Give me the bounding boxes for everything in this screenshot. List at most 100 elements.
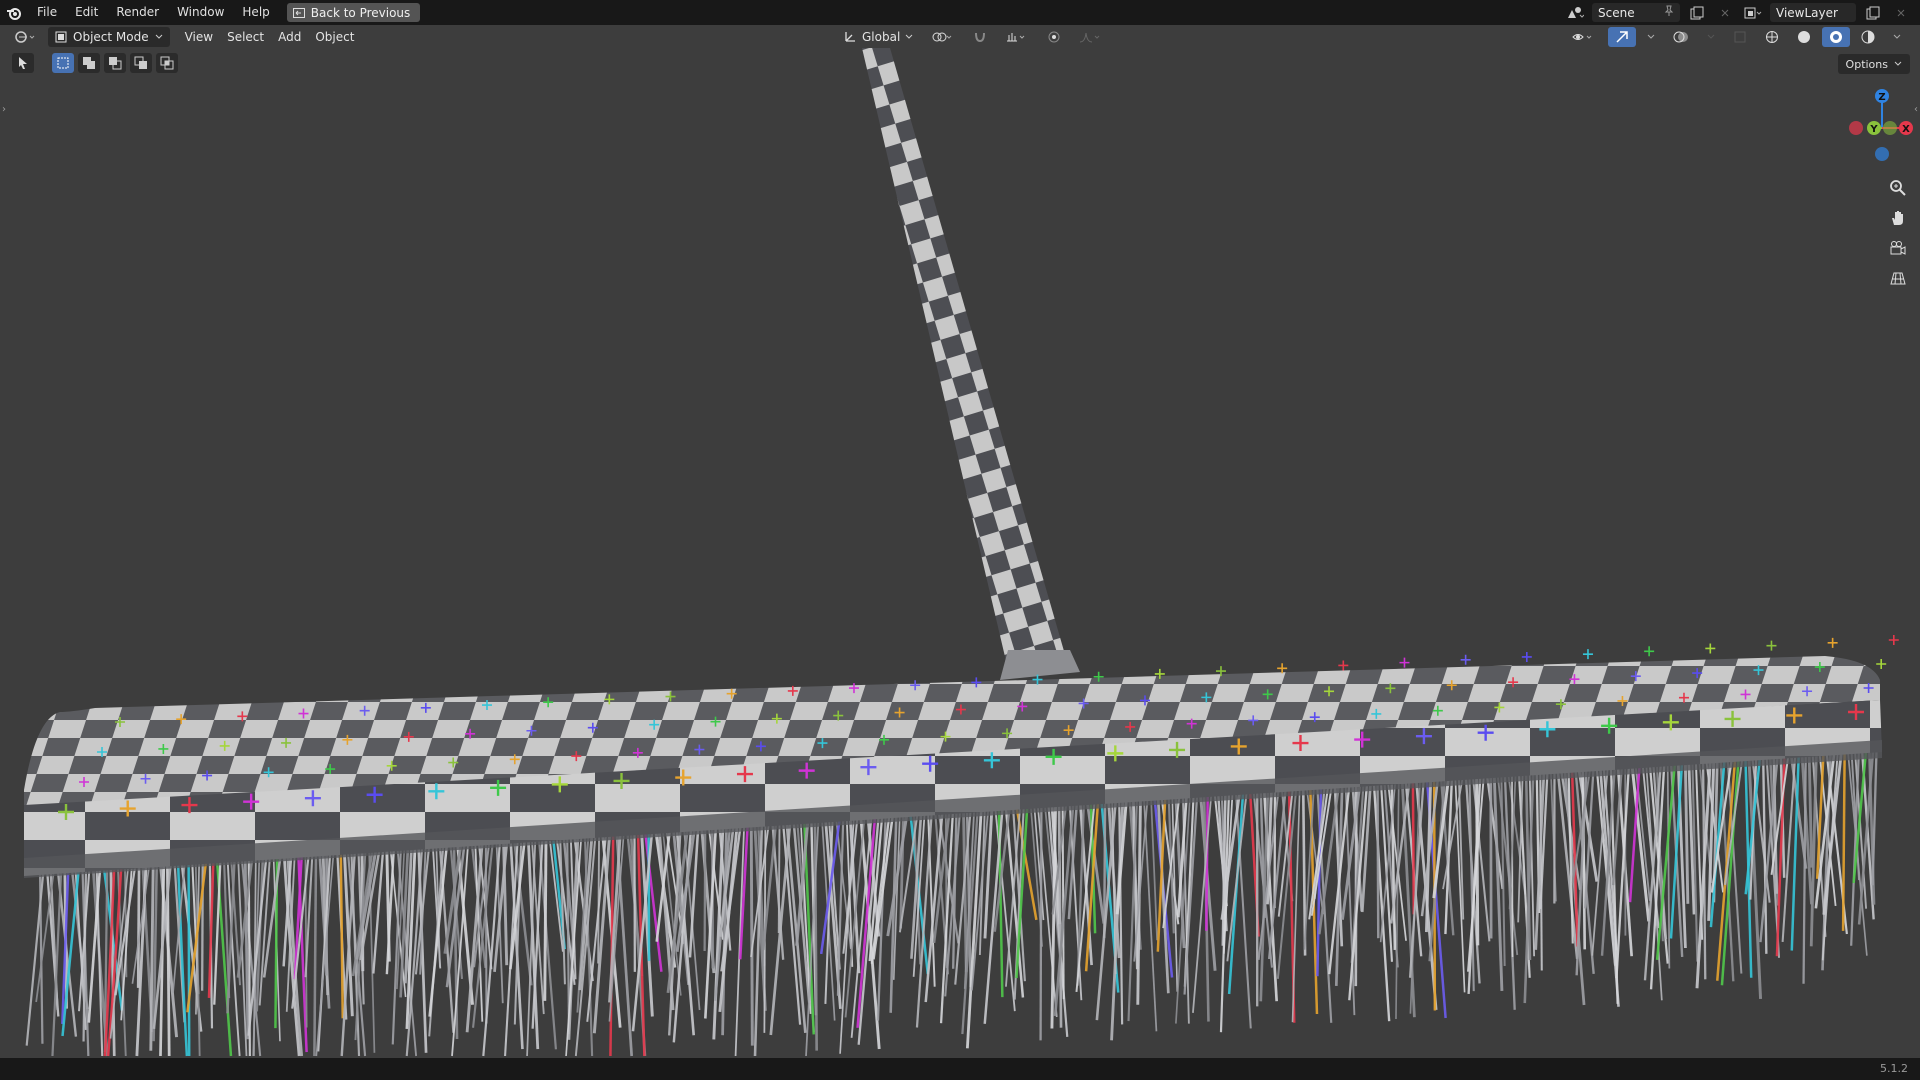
select-invert-icon[interactable] [130, 53, 152, 73]
wireframe-shading-icon[interactable] [1758, 27, 1786, 47]
3d-viewport[interactable] [0, 25, 1920, 1058]
editor-type-icon[interactable] [8, 27, 44, 47]
delete-scene-icon[interactable] [1714, 3, 1736, 22]
select-new-icon[interactable] [52, 53, 74, 73]
uv-grid-cross [1399, 657, 1410, 668]
select-extend-icon[interactable] [78, 53, 100, 73]
overlays-toggle-icon[interactable] [1666, 27, 1696, 47]
bristle-strand [1376, 784, 1380, 939]
back-to-previous-label: Back to Previous [310, 5, 411, 20]
bristle-strand [372, 847, 385, 974]
orientation-icon [845, 32, 855, 42]
chevron-down-icon [155, 34, 162, 39]
menu-select[interactable]: Select [220, 27, 271, 47]
uv-grid-cross [1876, 659, 1887, 669]
bristle-strand [136, 863, 141, 988]
chevron-down-icon [1894, 61, 1902, 66]
bristle-strand [187, 860, 191, 1057]
tool-settings-row [12, 53, 178, 73]
version-label: 5.1.2 [1880, 1062, 1908, 1075]
menu-edit[interactable]: Edit [66, 0, 107, 25]
select-intersect-icon[interactable] [156, 53, 178, 73]
viewport-header: Object Mode View Select Add Object Globa… [0, 25, 1920, 49]
bristle-strand [566, 836, 571, 1035]
sidebar-expand-icon[interactable]: ‹ [1914, 104, 1918, 115]
new-scene-icon[interactable] [1686, 3, 1708, 22]
menu-view[interactable]: View [178, 27, 220, 47]
blender-logo-icon[interactable] [0, 0, 28, 25]
bristle-strand [543, 837, 548, 1001]
bristle-strand [1411, 781, 1416, 915]
uv-grid-cross [1338, 660, 1349, 671]
menu-object[interactable]: Object [308, 27, 361, 47]
solid-shading-icon[interactable] [1790, 27, 1818, 47]
bristle-strand [749, 824, 754, 1046]
selectability-visibility-icon[interactable] [1564, 27, 1604, 47]
pin-icon[interactable] [1664, 5, 1674, 20]
select-subtract-icon[interactable] [104, 53, 126, 73]
viewport-render [24, 48, 1899, 1057]
uv-grid-cross [1277, 663, 1288, 674]
bristle-strand [1683, 764, 1690, 904]
menu-help[interactable]: Help [233, 0, 278, 25]
gizmo-neg-y[interactable] [1883, 121, 1897, 135]
bristle-strand [1666, 765, 1671, 969]
overlays-dropdown-icon[interactable] [1700, 27, 1722, 47]
navigation-gizmo[interactable]: Z Y X [1844, 82, 1914, 172]
uv-grid-cross [1460, 654, 1471, 665]
toolbar-expand-icon[interactable]: › [2, 104, 6, 115]
zoom-icon[interactable] [1886, 176, 1910, 200]
gizmo-neg-z[interactable] [1875, 147, 1889, 161]
bristle-strand [428, 843, 449, 1017]
rendered-shading-icon[interactable] [1854, 27, 1882, 47]
bristle-strand [1500, 776, 1506, 966]
uv-grid-cross [1827, 637, 1838, 648]
camera-view-icon[interactable] [1886, 236, 1910, 260]
perspective-ortho-grid-icon[interactable] [1886, 266, 1910, 290]
menu-file[interactable]: File [28, 0, 66, 25]
bristle-strand [1762, 759, 1768, 954]
bristle-strand [777, 822, 781, 933]
select-tool-icon[interactable] [12, 53, 34, 73]
bristle-strand [1841, 754, 1846, 931]
gizmo-dropdown-icon[interactable] [1640, 27, 1662, 47]
shading-dropdown-icon[interactable] [1886, 27, 1908, 47]
back-to-previous-button[interactable]: Back to Previous [286, 3, 421, 22]
bristle-strand [1871, 752, 1878, 886]
transform-orientation-label: Global [862, 30, 901, 44]
uv-grid-cross [1766, 640, 1777, 651]
bristle-strand [1395, 782, 1400, 1019]
screen-back-icon [292, 7, 305, 18]
pan-hand-icon[interactable] [1886, 206, 1910, 230]
xray-toggle-icon[interactable] [1726, 27, 1754, 47]
pivot-point-icon[interactable] [924, 27, 962, 47]
bristle-strand [339, 850, 344, 1019]
view-layer-name-field[interactable]: ViewLayer [1770, 3, 1856, 22]
scene-selector-icon[interactable] [1564, 3, 1586, 22]
object-mode-dropdown[interactable]: Object Mode [48, 27, 170, 47]
bristle-strand [1205, 795, 1209, 931]
scene-name-field[interactable]: Scene [1592, 3, 1680, 22]
proportional-editing-icon[interactable] [1040, 27, 1068, 47]
gizmo-z-label: Z [1878, 92, 1885, 103]
menu-window[interactable]: Window [168, 0, 233, 25]
bristle-strand [1076, 803, 1085, 986]
bristle-strand [1143, 799, 1158, 1032]
menu-add[interactable]: Add [271, 27, 308, 47]
transform-orientation-dropdown[interactable]: Global [836, 27, 920, 47]
gizmo-neg-x[interactable] [1849, 121, 1863, 135]
uv-grid-cross [1705, 643, 1716, 654]
menu-render[interactable]: Render [107, 0, 168, 25]
bristle-strand [704, 826, 718, 1019]
material-preview-shading-icon[interactable] [1822, 27, 1850, 47]
snap-target-icon[interactable] [998, 27, 1036, 47]
new-view-layer-icon[interactable] [1862, 3, 1884, 22]
show-gizmo-toggle-icon[interactable] [1608, 27, 1636, 47]
delete-view-layer-icon[interactable] [1890, 3, 1912, 22]
view-layer-selector-icon[interactable] [1742, 3, 1764, 22]
options-dropdown[interactable]: Options [1837, 54, 1910, 74]
falloff-icon[interactable] [1072, 27, 1110, 47]
scene-name: Scene [1598, 5, 1635, 20]
gizmo-y-label: Y [1869, 124, 1878, 135]
snap-toggle-icon[interactable] [966, 27, 994, 47]
